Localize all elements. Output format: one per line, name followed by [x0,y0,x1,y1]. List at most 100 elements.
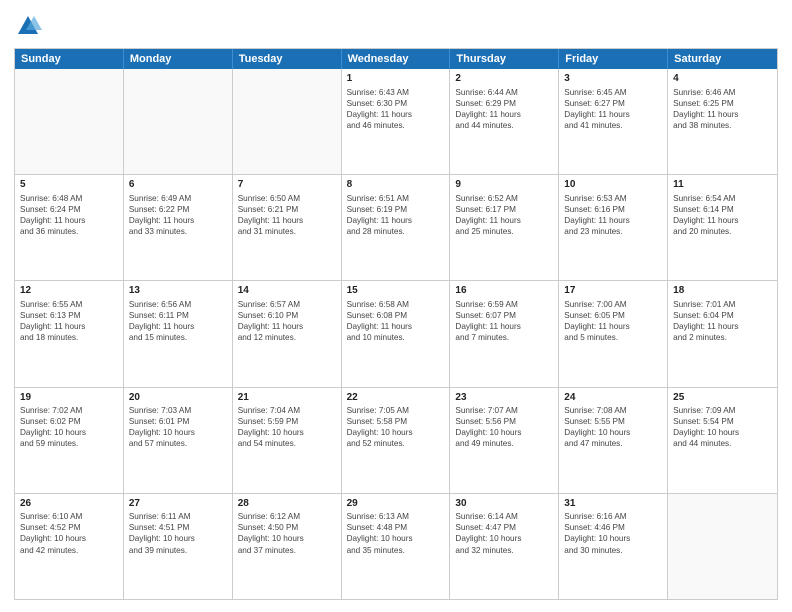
day-info: Sunrise: 6:16 AM Sunset: 4:46 PM Dayligh… [564,511,662,555]
day-cell-20: 20Sunrise: 7:03 AM Sunset: 6:01 PM Dayli… [124,388,233,493]
week-row-4: 26Sunrise: 6:10 AM Sunset: 4:52 PM Dayli… [15,494,777,599]
day-number: 31 [564,497,662,511]
day-number: 24 [564,391,662,405]
day-info: Sunrise: 6:55 AM Sunset: 6:13 PM Dayligh… [20,299,118,343]
header-day-tuesday: Tuesday [233,49,342,69]
day-cell-25: 25Sunrise: 7:09 AM Sunset: 5:54 PM Dayli… [668,388,777,493]
day-info: Sunrise: 6:57 AM Sunset: 6:10 PM Dayligh… [238,299,336,343]
day-info: Sunrise: 6:49 AM Sunset: 6:22 PM Dayligh… [129,193,227,237]
day-cell-12: 12Sunrise: 6:55 AM Sunset: 6:13 PM Dayli… [15,281,124,386]
day-cell-14: 14Sunrise: 6:57 AM Sunset: 6:10 PM Dayli… [233,281,342,386]
day-number: 28 [238,497,336,511]
day-number: 8 [347,178,445,192]
day-info: Sunrise: 6:11 AM Sunset: 4:51 PM Dayligh… [129,511,227,555]
day-cell-15: 15Sunrise: 6:58 AM Sunset: 6:08 PM Dayli… [342,281,451,386]
day-number: 22 [347,391,445,405]
day-info: Sunrise: 6:59 AM Sunset: 6:07 PM Dayligh… [455,299,553,343]
day-info: Sunrise: 6:52 AM Sunset: 6:17 PM Dayligh… [455,193,553,237]
day-number: 20 [129,391,227,405]
day-info: Sunrise: 7:07 AM Sunset: 5:56 PM Dayligh… [455,405,553,449]
day-info: Sunrise: 6:43 AM Sunset: 6:30 PM Dayligh… [347,87,445,131]
day-info: Sunrise: 6:58 AM Sunset: 6:08 PM Dayligh… [347,299,445,343]
day-cell-11: 11Sunrise: 6:54 AM Sunset: 6:14 PM Dayli… [668,175,777,280]
week-row-0: 1Sunrise: 6:43 AM Sunset: 6:30 PM Daylig… [15,69,777,175]
day-info: Sunrise: 6:45 AM Sunset: 6:27 PM Dayligh… [564,87,662,131]
day-number: 16 [455,284,553,298]
day-number: 9 [455,178,553,192]
day-number: 19 [20,391,118,405]
day-info: Sunrise: 6:56 AM Sunset: 6:11 PM Dayligh… [129,299,227,343]
header-day-sunday: Sunday [15,49,124,69]
day-number: 2 [455,72,553,86]
empty-cell-4-6 [668,494,777,599]
day-number: 29 [347,497,445,511]
calendar-body: 1Sunrise: 6:43 AM Sunset: 6:30 PM Daylig… [15,69,777,599]
day-number: 10 [564,178,662,192]
header-day-saturday: Saturday [668,49,777,69]
day-number: 11 [673,178,772,192]
header-day-friday: Friday [559,49,668,69]
day-info: Sunrise: 6:53 AM Sunset: 6:16 PM Dayligh… [564,193,662,237]
logo [14,12,46,40]
day-cell-18: 18Sunrise: 7:01 AM Sunset: 6:04 PM Dayli… [668,281,777,386]
day-info: Sunrise: 7:05 AM Sunset: 5:58 PM Dayligh… [347,405,445,449]
day-number: 17 [564,284,662,298]
day-info: Sunrise: 6:44 AM Sunset: 6:29 PM Dayligh… [455,87,553,131]
day-info: Sunrise: 6:10 AM Sunset: 4:52 PM Dayligh… [20,511,118,555]
day-info: Sunrise: 7:00 AM Sunset: 6:05 PM Dayligh… [564,299,662,343]
day-cell-22: 22Sunrise: 7:05 AM Sunset: 5:58 PM Dayli… [342,388,451,493]
day-info: Sunrise: 6:14 AM Sunset: 4:47 PM Dayligh… [455,511,553,555]
day-number: 26 [20,497,118,511]
day-cell-10: 10Sunrise: 6:53 AM Sunset: 6:16 PM Dayli… [559,175,668,280]
day-number: 30 [455,497,553,511]
day-number: 21 [238,391,336,405]
day-info: Sunrise: 6:50 AM Sunset: 6:21 PM Dayligh… [238,193,336,237]
day-cell-31: 31Sunrise: 6:16 AM Sunset: 4:46 PM Dayli… [559,494,668,599]
day-number: 25 [673,391,772,405]
header-day-monday: Monday [124,49,233,69]
day-info: Sunrise: 6:46 AM Sunset: 6:25 PM Dayligh… [673,87,772,131]
day-number: 13 [129,284,227,298]
day-cell-21: 21Sunrise: 7:04 AM Sunset: 5:59 PM Dayli… [233,388,342,493]
empty-cell-0-0 [15,69,124,174]
day-cell-19: 19Sunrise: 7:02 AM Sunset: 6:02 PM Dayli… [15,388,124,493]
day-cell-5: 5Sunrise: 6:48 AM Sunset: 6:24 PM Daylig… [15,175,124,280]
day-cell-4: 4Sunrise: 6:46 AM Sunset: 6:25 PM Daylig… [668,69,777,174]
day-info: Sunrise: 6:51 AM Sunset: 6:19 PM Dayligh… [347,193,445,237]
day-cell-30: 30Sunrise: 6:14 AM Sunset: 4:47 PM Dayli… [450,494,559,599]
day-cell-1: 1Sunrise: 6:43 AM Sunset: 6:30 PM Daylig… [342,69,451,174]
day-cell-2: 2Sunrise: 6:44 AM Sunset: 6:29 PM Daylig… [450,69,559,174]
day-cell-6: 6Sunrise: 6:49 AM Sunset: 6:22 PM Daylig… [124,175,233,280]
header-day-wednesday: Wednesday [342,49,451,69]
week-row-1: 5Sunrise: 6:48 AM Sunset: 6:24 PM Daylig… [15,175,777,281]
day-number: 12 [20,284,118,298]
day-number: 23 [455,391,553,405]
day-info: Sunrise: 6:48 AM Sunset: 6:24 PM Dayligh… [20,193,118,237]
day-info: Sunrise: 7:09 AM Sunset: 5:54 PM Dayligh… [673,405,772,449]
day-cell-7: 7Sunrise: 6:50 AM Sunset: 6:21 PM Daylig… [233,175,342,280]
day-number: 18 [673,284,772,298]
day-info: Sunrise: 7:03 AM Sunset: 6:01 PM Dayligh… [129,405,227,449]
day-number: 4 [673,72,772,86]
day-cell-23: 23Sunrise: 7:07 AM Sunset: 5:56 PM Dayli… [450,388,559,493]
empty-cell-0-1 [124,69,233,174]
day-info: Sunrise: 6:13 AM Sunset: 4:48 PM Dayligh… [347,511,445,555]
logo-icon [14,12,42,40]
day-cell-8: 8Sunrise: 6:51 AM Sunset: 6:19 PM Daylig… [342,175,451,280]
day-number: 15 [347,284,445,298]
header-day-thursday: Thursday [450,49,559,69]
day-number: 1 [347,72,445,86]
calendar-header: SundayMondayTuesdayWednesdayThursdayFrid… [15,49,777,69]
day-cell-16: 16Sunrise: 6:59 AM Sunset: 6:07 PM Dayli… [450,281,559,386]
day-cell-24: 24Sunrise: 7:08 AM Sunset: 5:55 PM Dayli… [559,388,668,493]
day-info: Sunrise: 7:02 AM Sunset: 6:02 PM Dayligh… [20,405,118,449]
day-cell-26: 26Sunrise: 6:10 AM Sunset: 4:52 PM Dayli… [15,494,124,599]
week-row-2: 12Sunrise: 6:55 AM Sunset: 6:13 PM Dayli… [15,281,777,387]
day-cell-17: 17Sunrise: 7:00 AM Sunset: 6:05 PM Dayli… [559,281,668,386]
day-info: Sunrise: 7:08 AM Sunset: 5:55 PM Dayligh… [564,405,662,449]
day-cell-27: 27Sunrise: 6:11 AM Sunset: 4:51 PM Dayli… [124,494,233,599]
day-info: Sunrise: 6:12 AM Sunset: 4:50 PM Dayligh… [238,511,336,555]
day-cell-3: 3Sunrise: 6:45 AM Sunset: 6:27 PM Daylig… [559,69,668,174]
day-cell-29: 29Sunrise: 6:13 AM Sunset: 4:48 PM Dayli… [342,494,451,599]
day-number: 6 [129,178,227,192]
